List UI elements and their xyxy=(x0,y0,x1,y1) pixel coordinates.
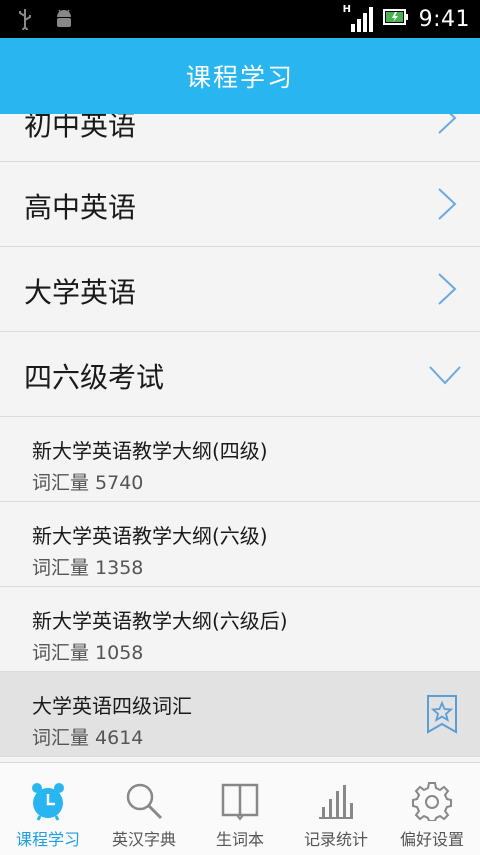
magnifier-icon xyxy=(124,781,164,825)
usb-icon xyxy=(18,8,32,34)
category-label: 高中英语 xyxy=(24,191,137,224)
course-count: 词汇量 1358 xyxy=(32,553,143,580)
course-row[interactable]: 新大学英语教学大纲(四级) 词汇量 5740 xyxy=(0,417,480,502)
nav-dictionary[interactable]: 英汉字典 xyxy=(96,763,192,855)
course-title: 新大学英语教学大纲(六级后) xyxy=(32,609,288,633)
signal-icon: H xyxy=(343,4,373,34)
count-label: 词汇量 xyxy=(32,557,90,579)
gear-icon xyxy=(412,781,452,825)
course-row-selected[interactable]: 大学英语四级词汇 词汇量 4614 xyxy=(0,672,480,757)
category-label: 大学英语 xyxy=(24,276,137,309)
course-count: 词汇量 4614 xyxy=(32,723,143,750)
android-debug-icon xyxy=(54,8,74,34)
bottom-navigation: 课程学习 英汉字典 生词本 记录统计 偏好设置 xyxy=(0,762,480,855)
app-bar: 课程学习 xyxy=(0,38,480,114)
course-row[interactable]: 新大学英语教学大纲(六级) 词汇量 1358 xyxy=(0,502,480,587)
count-value: 1058 xyxy=(95,642,144,664)
course-title: 新大学英语教学大纲(六级) xyxy=(32,524,268,548)
clock: 9:41 xyxy=(418,6,470,32)
nav-course-study[interactable]: 课程学习 xyxy=(0,763,96,855)
nav-label: 生词本 xyxy=(215,830,264,849)
status-bar: H 9:41 xyxy=(0,0,480,38)
count-value: 5740 xyxy=(95,472,144,494)
category-label: 四六级考试 xyxy=(24,361,165,394)
count-label: 词汇量 xyxy=(32,727,90,749)
page-title: 课程学习 xyxy=(185,63,294,92)
battery-icon xyxy=(382,7,409,31)
count-label: 词汇量 xyxy=(32,642,90,664)
bookmark-star-icon[interactable] xyxy=(426,694,458,738)
course-list[interactable]: 初中英语 高中英语 大学英语 四六级考试 新大学英语教学大纲(四级) 词汇量 57… xyxy=(0,114,480,762)
count-value: 1358 xyxy=(95,557,144,579)
count-label: 词汇量 xyxy=(32,472,90,494)
category-label: 初中英语 xyxy=(24,114,137,142)
chevron-right-icon xyxy=(436,187,458,225)
course-count: 词汇量 1058 xyxy=(32,638,143,665)
nav-statistics[interactable]: 记录统计 xyxy=(288,763,384,855)
category-row-cet[interactable]: 四六级考试 xyxy=(0,332,480,417)
count-value: 4614 xyxy=(95,727,144,749)
nav-label: 记录统计 xyxy=(303,830,368,849)
book-icon xyxy=(220,781,260,825)
nav-label: 英汉字典 xyxy=(111,830,176,849)
category-row-college[interactable]: 大学英语 xyxy=(0,247,480,332)
course-title: 大学英语四级词汇 xyxy=(32,694,192,718)
chevron-right-icon xyxy=(436,114,458,139)
chevron-down-icon xyxy=(428,364,462,390)
course-count: 词汇量 5740 xyxy=(32,468,143,495)
bar-chart-icon xyxy=(316,781,356,825)
category-row-junior-high[interactable]: 初中英语 xyxy=(0,114,480,162)
nav-preferences[interactable]: 偏好设置 xyxy=(384,763,480,855)
alarm-clock-icon xyxy=(28,781,68,825)
course-row[interactable]: 新大学英语教学大纲(六级后) 词汇量 1058 xyxy=(0,587,480,672)
nav-wordbook[interactable]: 生词本 xyxy=(192,763,288,855)
course-title: 新大学英语教学大纲(四级) xyxy=(32,439,268,463)
nav-label: 偏好设置 xyxy=(399,830,464,849)
nav-label: 课程学习 xyxy=(15,830,80,849)
chevron-right-icon xyxy=(436,272,458,310)
category-row-senior-high[interactable]: 高中英语 xyxy=(0,162,480,247)
